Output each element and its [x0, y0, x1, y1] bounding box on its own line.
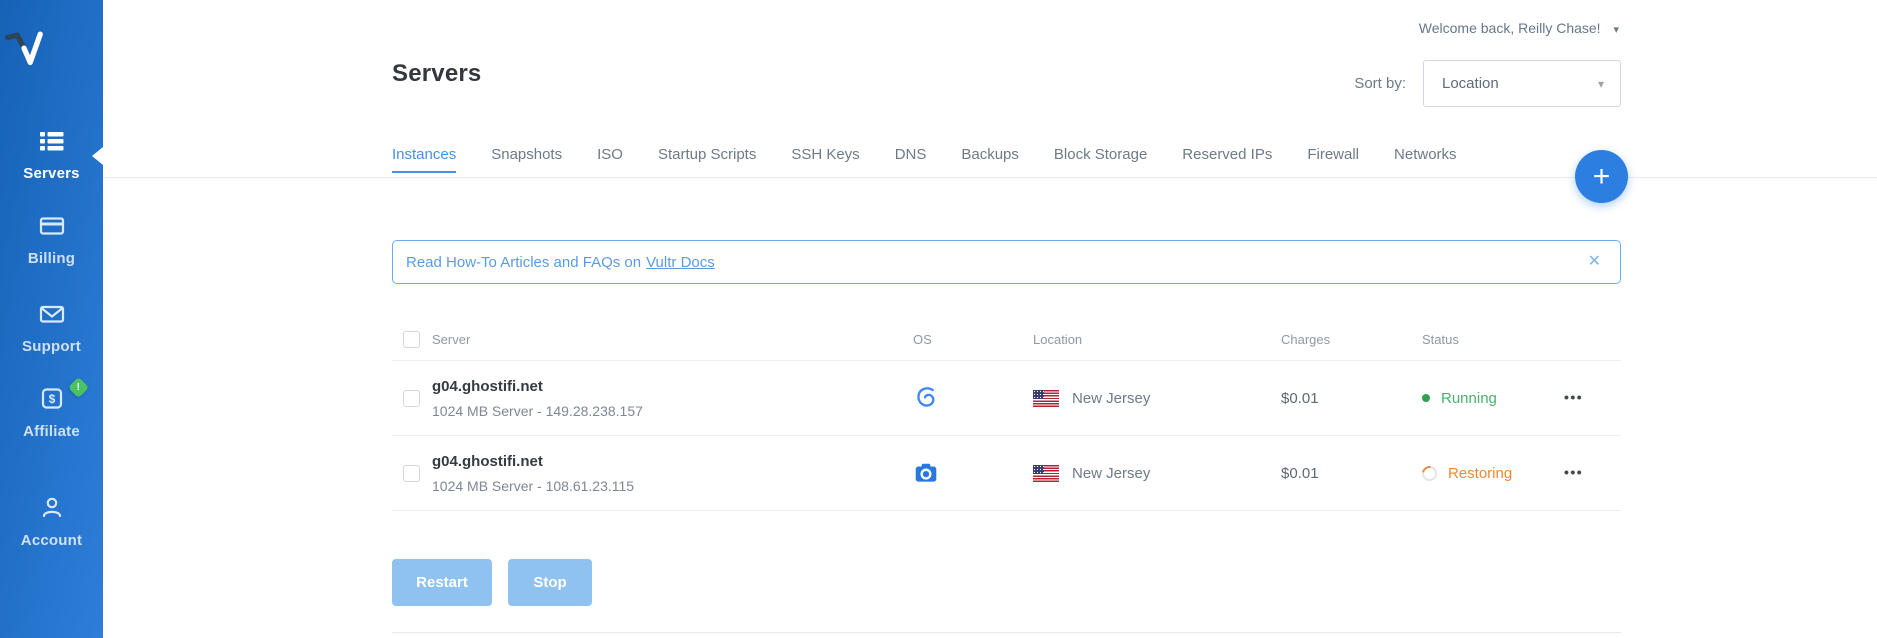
select-all-checkbox[interactable]	[403, 330, 420, 348]
restoring-spinner-icon	[1419, 462, 1440, 484]
envelope-icon	[37, 299, 67, 329]
bulk-actions: Restart Stop	[392, 559, 592, 606]
us-flag-icon	[1033, 464, 1059, 482]
sidebar: Servers Billing Support $ ! Affiliate Ac…	[0, 0, 103, 638]
notification-badge-icon: !	[67, 376, 89, 399]
servers-table: Server OS Location Charges Status g04.gh…	[392, 318, 1621, 511]
snapshot-camera-icon	[905, 460, 1033, 486]
close-icon[interactable]: ✕	[1588, 254, 1601, 270]
row-checkbox[interactable]	[403, 389, 420, 407]
table-header-row: Server OS Location Charges Status	[392, 318, 1621, 361]
sidebar-item-account[interactable]: Account	[0, 493, 103, 549]
stop-button[interactable]: Stop	[508, 559, 592, 606]
row-actions-menu-icon[interactable]: •••	[1562, 464, 1583, 480]
row-checkbox[interactable]	[403, 464, 420, 482]
sidebar-item-label: Servers	[23, 165, 80, 182]
sort-group: Sort by: Location ▾	[1354, 60, 1621, 107]
row-actions-menu-icon[interactable]: •••	[1562, 389, 1583, 405]
sidebar-item-label: Affiliate	[23, 423, 80, 440]
deploy-new-server-button[interactable]: +	[1575, 150, 1628, 203]
banner-text: Read How-To Articles and FAQs on	[406, 253, 642, 271]
tab-backups[interactable]: Backups	[961, 146, 1019, 163]
column-header-location: Location	[1033, 331, 1083, 347]
column-header-server: Server	[432, 331, 471, 347]
sidebar-item-billing[interactable]: Billing	[0, 211, 103, 267]
person-icon	[37, 493, 67, 523]
us-flag-icon	[1033, 389, 1059, 407]
location-name: New Jersey	[1072, 464, 1151, 482]
sidebar-item-label: Billing	[27, 250, 76, 267]
vultr-logo-icon[interactable]	[0, 26, 103, 74]
svg-text:$: $	[48, 392, 55, 406]
table-row: g04.ghostifi.net 1024 MB Server - 108.61…	[392, 436, 1621, 511]
column-header-os: OS	[913, 331, 932, 347]
debian-logo-icon	[905, 383, 1033, 413]
sidebar-item-support[interactable]: Support	[0, 299, 103, 355]
sidebar-item-label: Account	[20, 532, 83, 549]
sort-by-label: Sort by:	[1354, 75, 1406, 92]
bottom-divider	[392, 632, 1621, 633]
column-header-status: Status	[1422, 331, 1459, 347]
credit-card-icon	[37, 211, 67, 241]
status-text: Running	[1441, 389, 1497, 407]
tab-snapshots[interactable]: Snapshots	[491, 146, 562, 163]
tab-networks[interactable]: Networks	[1394, 146, 1457, 163]
status-badge: Restoring	[1419, 462, 1562, 484]
server-name-link[interactable]: g04.ghostifi.net	[432, 453, 905, 470]
tab-ssh-keys[interactable]: SSH Keys	[791, 146, 859, 163]
chevron-down-icon: ▾	[1613, 24, 1619, 36]
sidebar-item-servers[interactable]: Servers	[0, 126, 103, 182]
tab-firewall[interactable]: Firewall	[1307, 146, 1359, 163]
location-name: New Jersey	[1072, 389, 1151, 407]
charges-value: $0.01	[1281, 464, 1319, 482]
sort-select-value: Location	[1442, 75, 1499, 92]
status-badge: Running	[1422, 390, 1562, 407]
running-dot-icon	[1422, 394, 1430, 402]
active-item-notch	[92, 147, 103, 165]
tab-instances[interactable]: Instances	[392, 146, 457, 173]
tab-iso[interactable]: ISO	[597, 146, 623, 163]
status-text: Restoring	[1448, 464, 1513, 482]
welcome-text: Welcome back, Reilly Chase!	[1418, 20, 1601, 36]
tab-dns[interactable]: DNS	[895, 146, 927, 163]
user-menu[interactable]: Welcome back, Reilly Chase! ▾	[1419, 20, 1619, 36]
chevron-down-icon: ▾	[1597, 76, 1604, 91]
column-header-charges: Charges	[1281, 331, 1331, 347]
tab-bar: Instances Snapshots ISO Startup Scripts …	[392, 146, 1457, 173]
vultr-docs-link[interactable]: Vultr Docs	[646, 254, 715, 271]
tab-reserved-ips[interactable]: Reserved IPs	[1182, 146, 1272, 163]
tab-block-storage[interactable]: Block Storage	[1054, 146, 1147, 163]
sidebar-item-label: Support	[22, 338, 81, 355]
sort-select[interactable]: Location ▾	[1423, 60, 1621, 107]
server-description: 1024 MB Server - 108.61.23.115	[432, 477, 635, 494]
page-title: Servers	[392, 60, 482, 87]
server-name-link[interactable]: g04.ghostifi.net	[432, 378, 905, 395]
tab-startup-scripts[interactable]: Startup Scripts	[658, 146, 756, 163]
restart-button[interactable]: Restart	[392, 559, 492, 606]
table-row: g04.ghostifi.net 1024 MB Server - 149.28…	[392, 361, 1621, 436]
servers-list-icon	[37, 126, 67, 156]
server-description: 1024 MB Server - 149.28.238.157	[432, 402, 643, 419]
charges-value: $0.01	[1281, 389, 1319, 407]
info-banner: Read How-To Articles and FAQs on Vultr D…	[392, 240, 1621, 284]
dollar-square-icon: $ !	[37, 376, 89, 414]
main-content: Welcome back, Reilly Chase! ▾ Servers So…	[392, 0, 1628, 638]
sidebar-item-affiliate[interactable]: $ ! Affiliate	[0, 376, 103, 440]
